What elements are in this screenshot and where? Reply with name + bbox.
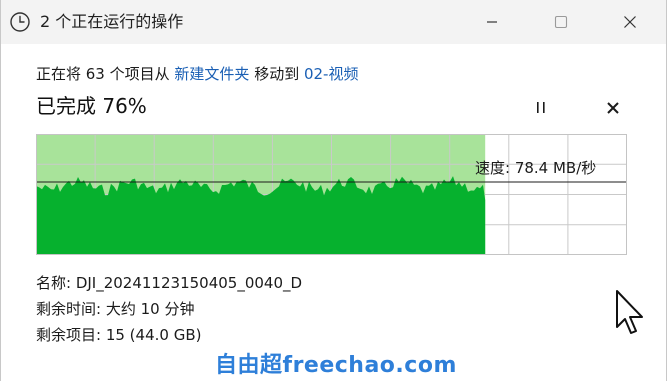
maximize-icon (554, 15, 568, 29)
cancel-icon (607, 102, 619, 114)
file-name: 名称: DJI_20241123150405_0040_D (36, 274, 303, 292)
title-bar[interactable]: 2 个正在运行的操作 (1, 0, 666, 44)
file-operation-window: 2 个正在运行的操作 正在将 63 个项目从 新建文件夹 移动到 02-视频 已… (0, 0, 667, 381)
operation-prefix: 正在将 63 个项目从 (36, 65, 175, 83)
watermark: 自由超freechao.com (215, 353, 457, 378)
transfer-speed-graph (36, 134, 627, 255)
pause-icon (537, 102, 545, 113)
time-remaining: 剩余时间: 大约 10 分钟 (36, 300, 195, 318)
operation-middle: 移动到 (249, 65, 304, 83)
source-folder-link[interactable]: 新建文件夹 (174, 65, 249, 83)
operation-description: 正在将 63 个项目从 新建文件夹 移动到 02-视频 (36, 63, 358, 85)
close-button[interactable] (607, 0, 653, 44)
progress-status: 已完成 76% (36, 94, 147, 118)
close-icon (624, 16, 636, 28)
clock-icon (10, 12, 30, 32)
items-remaining: 剩余项目: 15 (44.0 GB) (36, 326, 202, 344)
minimize-icon (487, 21, 497, 23)
pause-button[interactable] (529, 96, 553, 120)
speed-label: 速度: 78.4 MB/秒 (475, 159, 597, 177)
destination-folder-link[interactable]: 02-视频 (304, 65, 359, 83)
maximize-button[interactable] (538, 0, 584, 44)
mouse-pointer-icon (616, 290, 643, 334)
cancel-operation-button[interactable] (601, 96, 625, 120)
minimize-button[interactable] (469, 0, 515, 44)
window-title: 2 个正在运行的操作 (40, 12, 184, 31)
